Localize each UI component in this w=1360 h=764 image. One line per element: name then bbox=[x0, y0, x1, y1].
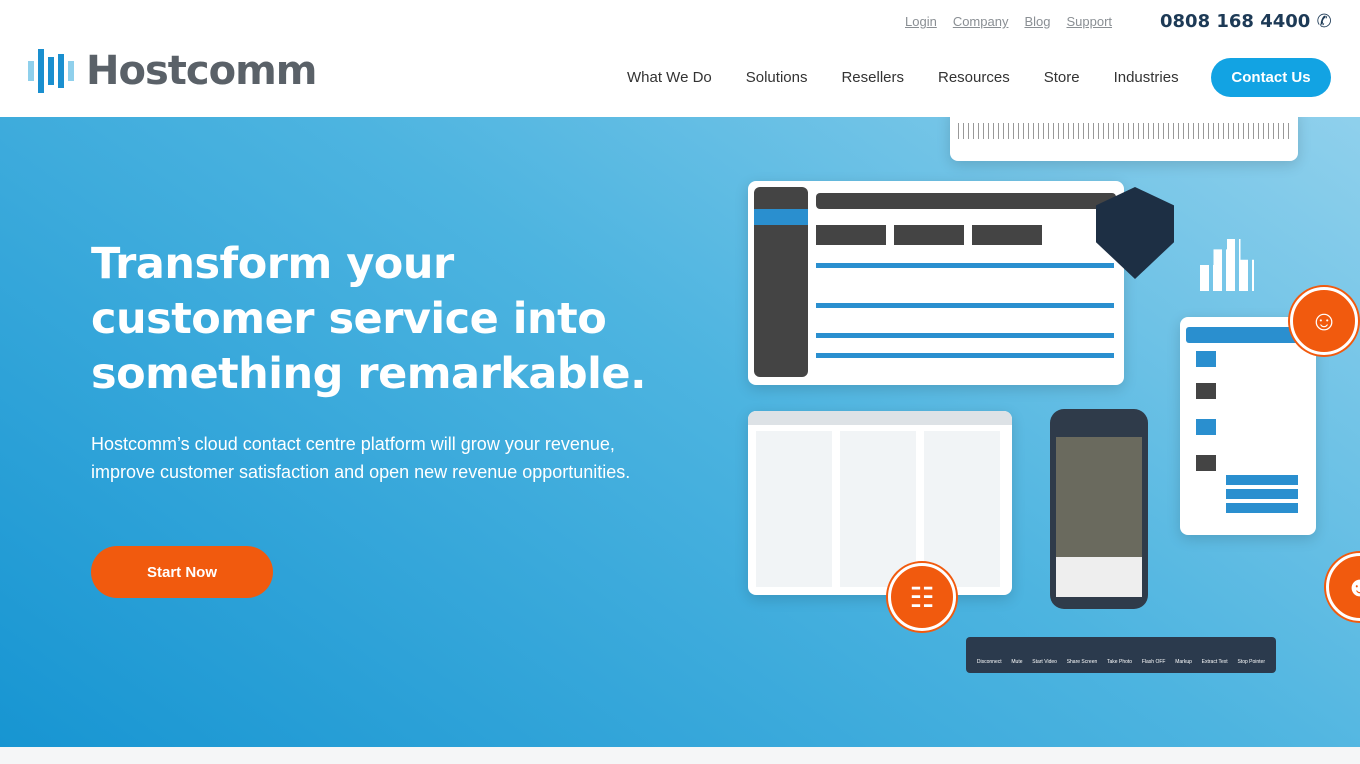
blog-link[interactable]: Blog bbox=[1024, 14, 1050, 29]
start-video-button[interactable]: Start Video bbox=[1032, 659, 1057, 665]
hero-section: Transform your customer service into som… bbox=[0, 117, 1360, 747]
mute-button[interactable]: Mute bbox=[1011, 659, 1022, 665]
chat-list-card bbox=[1180, 317, 1316, 535]
nav-industries[interactable]: Industries bbox=[1114, 69, 1179, 86]
site-header: Hostcomm Login Company Blog Support 0808… bbox=[0, 0, 1360, 117]
phone-number[interactable]: 0808 168 4400 ✆ bbox=[1160, 11, 1332, 32]
disconnect-button[interactable]: Disconnect bbox=[977, 659, 1002, 665]
start-now-button[interactable]: Start Now bbox=[91, 546, 273, 598]
main-nav: What We Do Solutions Resellers Resources… bbox=[627, 69, 1179, 86]
share-screen-button[interactable]: Share Screen bbox=[1067, 659, 1098, 665]
logo-bars-icon bbox=[28, 49, 74, 93]
login-link[interactable]: Login bbox=[905, 14, 937, 29]
phone-mockup bbox=[1050, 409, 1148, 609]
phone-icon: ✆ bbox=[1316, 11, 1332, 32]
user-icon: ☻ bbox=[1326, 553, 1360, 621]
nav-store[interactable]: Store bbox=[1044, 69, 1080, 86]
extract-text-button[interactable]: Extract Text bbox=[1202, 659, 1228, 665]
nav-solutions[interactable]: Solutions bbox=[746, 69, 808, 86]
hero-title: Transform your customer service into som… bbox=[91, 239, 646, 399]
nav-resellers[interactable]: Resellers bbox=[841, 69, 904, 86]
page-bottom-strip bbox=[0, 747, 1360, 764]
markup-button[interactable]: Markup bbox=[1175, 659, 1192, 665]
nav-what-we-do[interactable]: What We Do bbox=[627, 69, 712, 86]
chat-bot-icon: ☺ bbox=[1290, 287, 1358, 355]
call-toolbar: Disconnect Mute Start Video Share Screen… bbox=[966, 637, 1276, 673]
take-photo-button[interactable]: Take Photo bbox=[1107, 659, 1132, 665]
hero-subtitle: Hostcomm’s cloud contact centre platform… bbox=[91, 434, 631, 482]
company-link[interactable]: Company bbox=[953, 14, 1009, 29]
logo-text: Hostcomm bbox=[86, 48, 317, 94]
support-link[interactable]: Support bbox=[1066, 14, 1112, 29]
dashboard-card bbox=[748, 181, 1124, 385]
agent-screen-icon: ☷ bbox=[888, 563, 956, 631]
bar-chart-icon bbox=[1200, 239, 1254, 291]
stop-pointer-button[interactable]: Stop Pointer bbox=[1237, 659, 1265, 665]
logo[interactable]: Hostcomm bbox=[28, 48, 317, 94]
grid-window-card bbox=[748, 411, 1012, 595]
phone-text: 0808 168 4400 bbox=[1160, 11, 1311, 32]
waveform-card bbox=[950, 117, 1298, 161]
contact-us-button[interactable]: Contact Us bbox=[1211, 58, 1331, 97]
flash-off-button[interactable]: Flash OFF bbox=[1142, 659, 1166, 665]
top-links: Login Company Blog Support bbox=[905, 14, 1112, 29]
nav-resources[interactable]: Resources bbox=[938, 69, 1010, 86]
